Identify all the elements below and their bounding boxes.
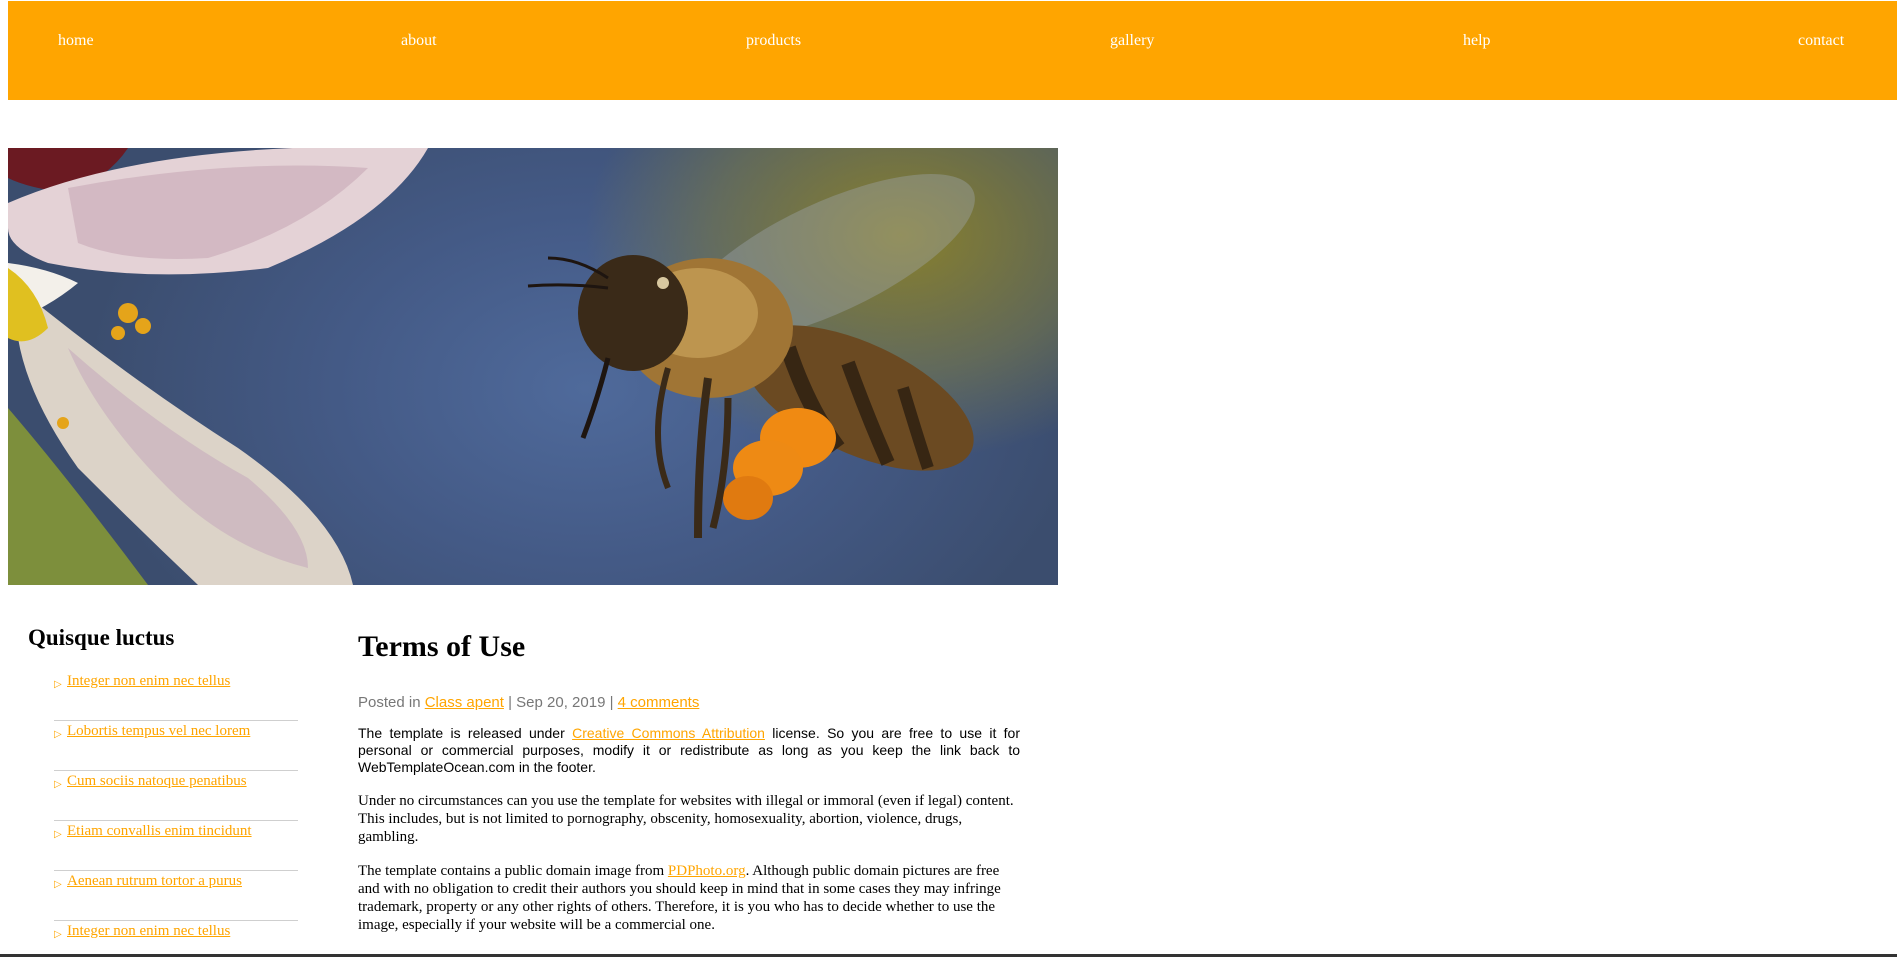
page-title: Terms of Use <box>358 630 526 663</box>
nav-about[interactable]: about <box>401 32 437 50</box>
triangle-bullet-icon: ▷ <box>54 679 62 690</box>
license-text-before: The template is released under <box>358 725 573 741</box>
list-item: ▷ Integer non enim nec tellus <box>54 671 298 721</box>
posted-in-label: Posted in <box>358 694 425 711</box>
sidebar-link[interactable]: Cum sociis natoque penatibus <box>67 773 247 790</box>
sidebar-link[interactable]: Integer non enim nec tellus <box>67 923 230 940</box>
list-item: ▷ Cum sociis natoque penatibus <box>54 771 298 821</box>
triangle-bullet-icon: ▷ <box>54 779 62 790</box>
list-item: ▷ Aenean rutrum tortor a purus <box>54 871 298 921</box>
comments-link[interactable]: 4 comments <box>618 694 700 711</box>
top-navigation: home about products gallery help contact <box>8 1 1897 100</box>
sidebar-link[interactable]: Integer non enim nec tellus <box>67 673 230 690</box>
nav-home[interactable]: home <box>58 32 94 50</box>
creative-commons-link[interactable]: Creative Commons Attribution <box>572 725 765 741</box>
list-item: ▷ Lobortis tempus vel nec lorem <box>54 721 298 771</box>
restrictions-paragraph: Under no circumstances can you use the t… <box>358 793 1014 845</box>
hero-bee-image <box>8 148 1058 585</box>
sidebar-link[interactable]: Lobortis tempus vel nec lorem <box>67 723 250 740</box>
license-paragraph: The template is released under Creative … <box>358 725 1020 776</box>
nav-help[interactable]: help <box>1463 32 1491 50</box>
category-link[interactable]: Class apent <box>425 694 504 711</box>
sidebar-link[interactable]: Etiam convallis enim tincidunt <box>67 823 252 840</box>
sidebar-title: Quisque luctus <box>28 625 175 650</box>
bee-illustration <box>8 148 975 585</box>
image-credit-paragraph: The template contains a public domain im… <box>358 862 1020 934</box>
list-item: ▷ Etiam convallis enim tincidunt <box>54 821 298 871</box>
sidebar-link[interactable]: Aenean rutrum tortor a purus <box>67 873 242 890</box>
nav-gallery[interactable]: gallery <box>1110 32 1154 50</box>
main-content: Terms of Use Posted in Class apent | Sep… <box>358 630 1020 934</box>
triangle-bullet-icon: ▷ <box>54 829 62 840</box>
sidebar-link-list: ▷ Integer non enim nec tellus ▷ Lobortis t… <box>28 671 298 970</box>
post-meta: Posted in Class apent | Sep 20, 2019 | 4… <box>358 694 1020 711</box>
triangle-bullet-icon: ▷ <box>54 879 62 890</box>
list-item: ▷ Integer non enim nec tellus <box>54 921 298 970</box>
pdphoto-link[interactable]: PDPhoto.org <box>668 863 746 879</box>
image-credit-text-before: The template contains a public domain im… <box>358 863 668 879</box>
triangle-bullet-icon: ▷ <box>54 729 62 740</box>
sidebar: Quisque luctus ▷ Integer non enim nec tel… <box>28 625 298 970</box>
nav-products[interactable]: products <box>746 32 801 50</box>
post-date: | Sep 20, 2019 | <box>503 694 618 711</box>
nav-contact[interactable]: contact <box>1798 32 1844 50</box>
triangle-bullet-icon: ▷ <box>54 929 62 940</box>
